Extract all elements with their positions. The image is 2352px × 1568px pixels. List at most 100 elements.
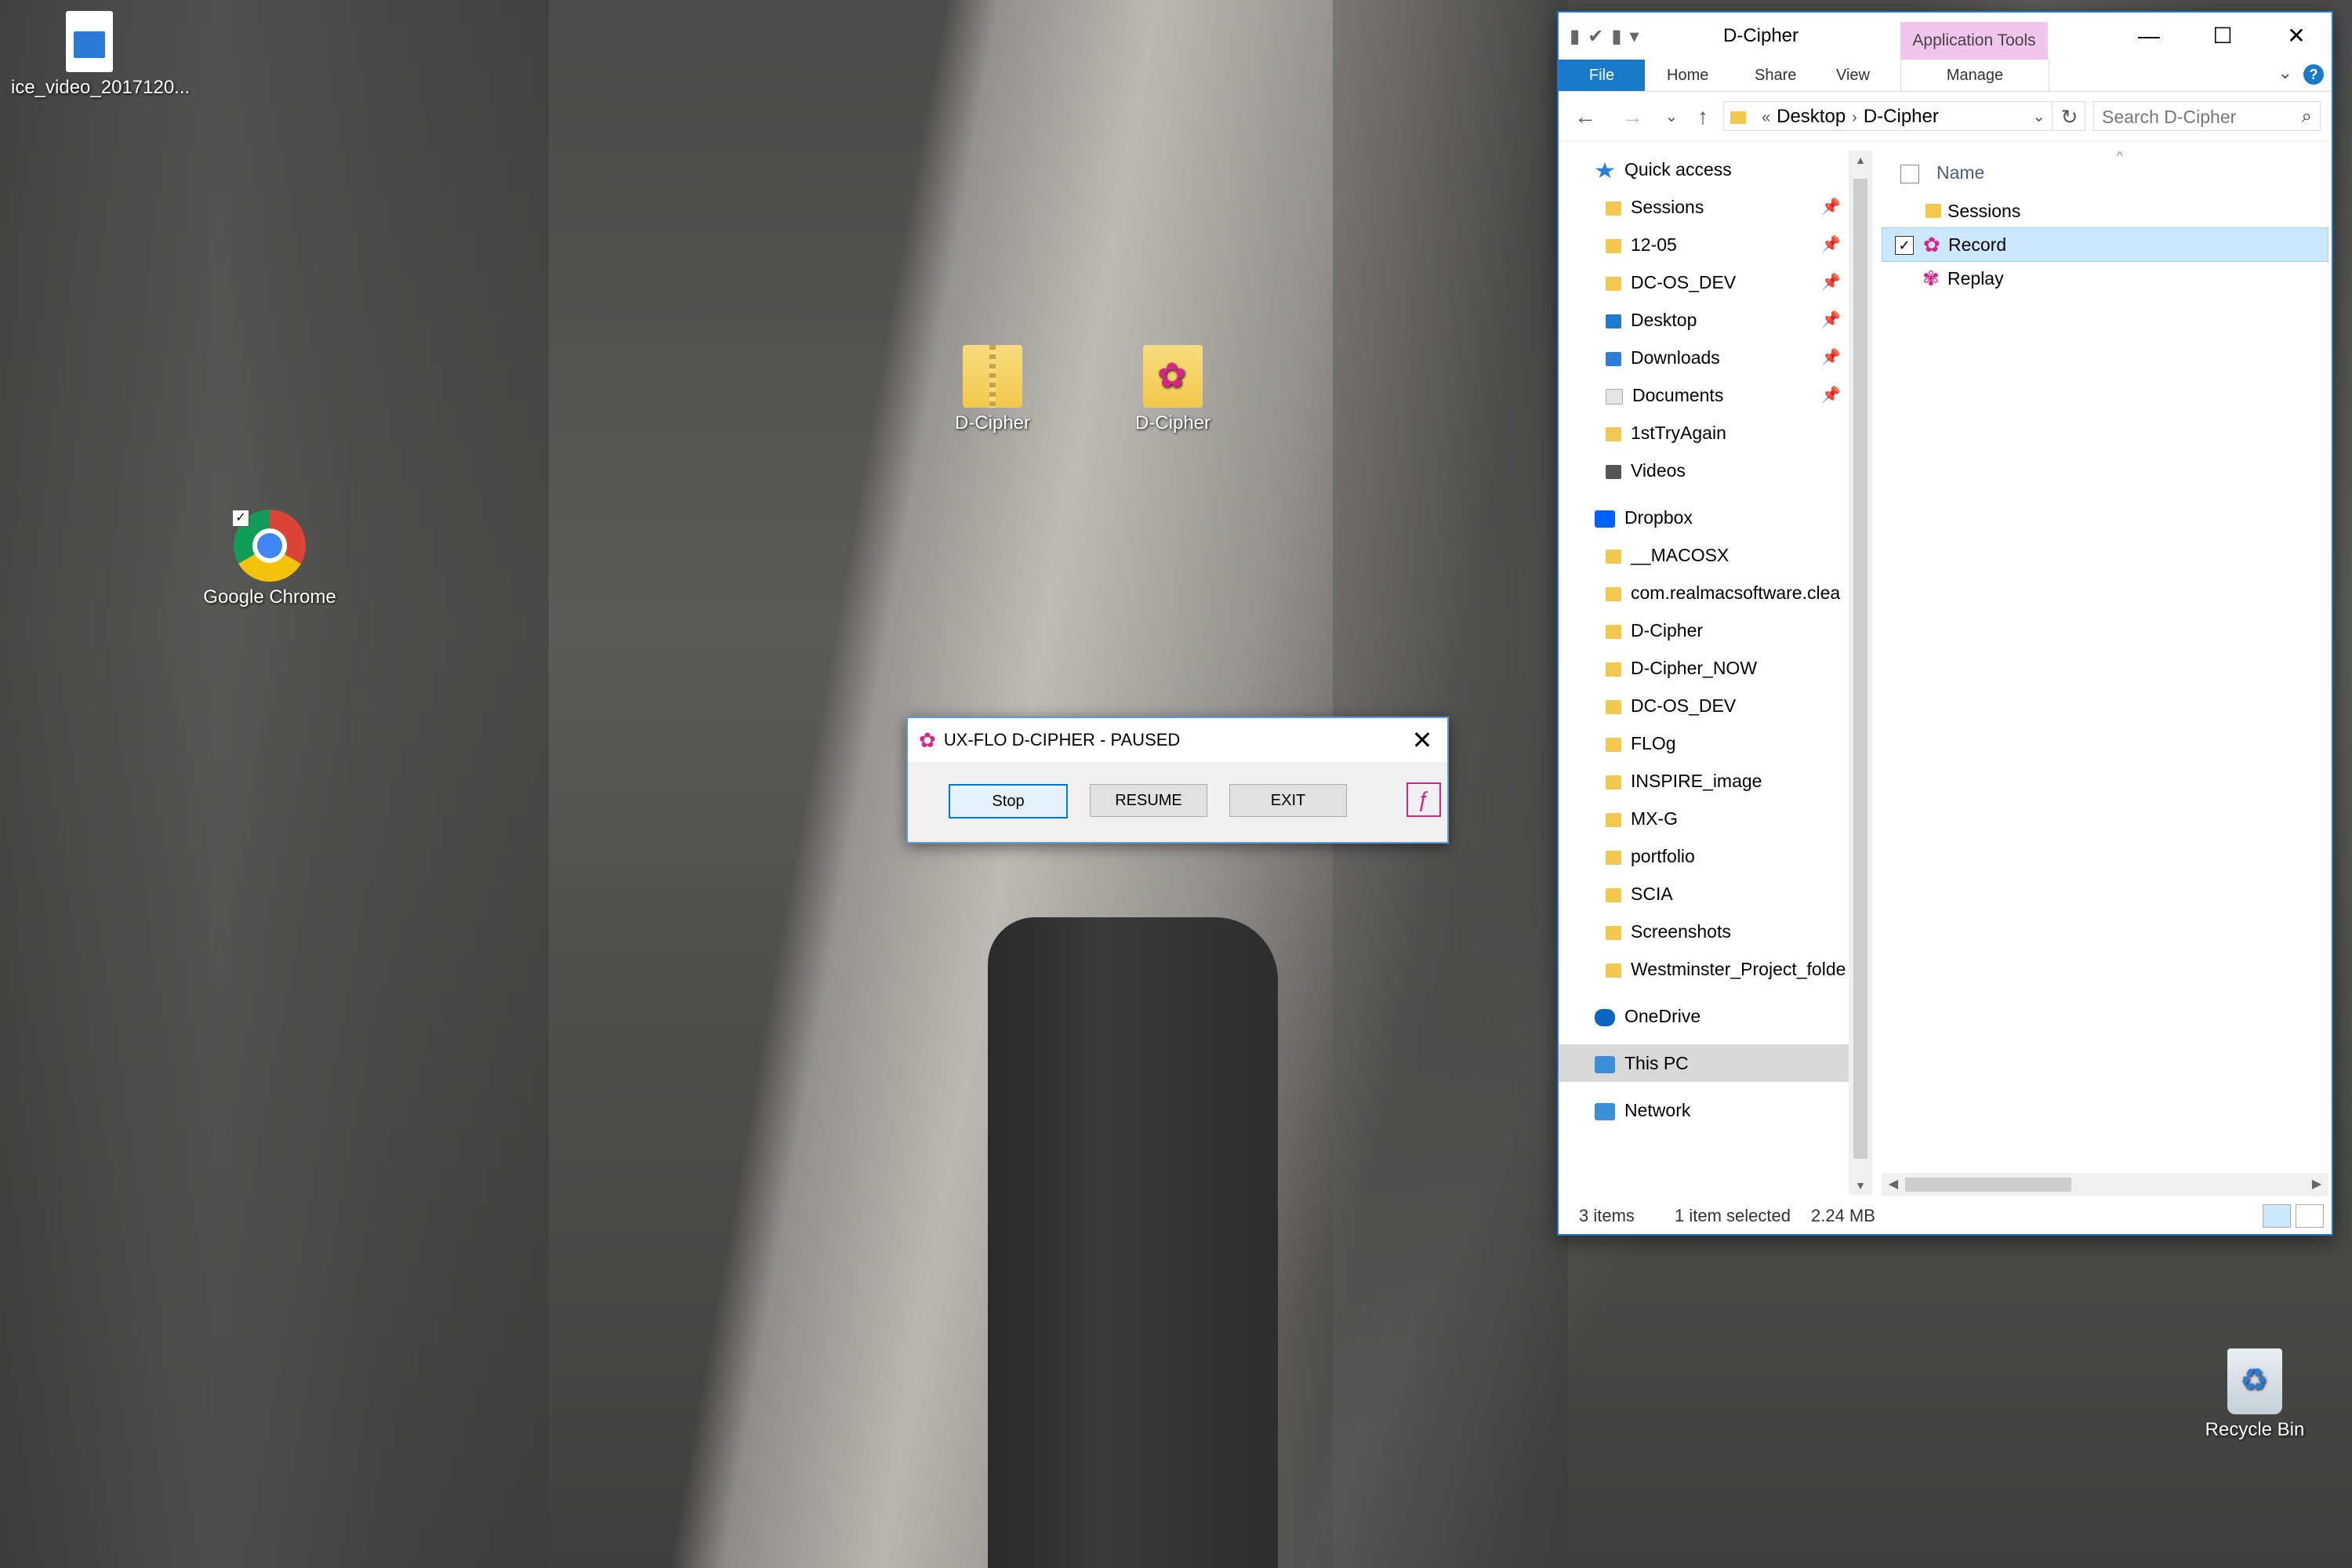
nav-onedrive[interactable]: OneDrive [1559, 997, 1849, 1035]
pin-icon[interactable]: 📌 [1821, 301, 1841, 339]
nav-item-dc-os-dev-2[interactable]: DC-OS_DEV [1559, 687, 1849, 724]
folder-icon [1606, 775, 1621, 789]
file-row-sessions[interactable]: Sessions [1882, 194, 2328, 227]
nav-item-videos[interactable]: Videos [1559, 452, 1849, 489]
nav-item-sessions[interactable]: Sessions 📌 [1559, 188, 1849, 226]
scroll-right-icon[interactable]: ▶ [2305, 1173, 2328, 1196]
nav-item-downloads[interactable]: Downloads 📌 [1559, 339, 1849, 376]
nav-label: 12-05 [1631, 234, 1677, 255]
nav-item-macosx[interactable]: __MACOSX [1559, 536, 1849, 574]
nav-network[interactable]: Network [1559, 1091, 1849, 1129]
pin-icon[interactable]: 📌 [1821, 339, 1841, 376]
nav-item-1sttryagain[interactable]: 1stTryAgain [1559, 414, 1849, 452]
forward-arrow-icon[interactable]: → [1617, 101, 1648, 132]
nav-item-dcipher[interactable]: D-Cipher [1559, 612, 1849, 649]
scrollbar-thumb[interactable] [1905, 1178, 2071, 1192]
scroll-left-icon[interactable]: ◀ [1882, 1173, 1905, 1196]
nav-label: DC-OS_DEV [1631, 695, 1737, 716]
desktop-selection-checkbox[interactable]: ✓ [232, 510, 249, 527]
pin-icon[interactable]: 📌 [1821, 188, 1841, 226]
nav-item-portfolio[interactable]: portfolio [1559, 837, 1849, 875]
nav-item-screenshots[interactable]: Screenshots [1559, 913, 1849, 950]
desktop-icon-recycle-bin[interactable]: Recycle Bin [2176, 1348, 2333, 1441]
pin-icon[interactable]: 📌 [1821, 376, 1841, 414]
breadcrumb-dcipher[interactable]: D-Cipher [1864, 106, 1939, 127]
stop-button[interactable]: Stop [949, 784, 1068, 818]
resume-button[interactable]: RESUME [1090, 784, 1207, 817]
address-dropdown-icon[interactable]: ⌄ [2032, 102, 2045, 130]
close-icon[interactable]: ✕ [1405, 723, 1439, 757]
nav-label: D-Cipher [1631, 620, 1704, 641]
desktop-icon-dcipher-zip[interactable]: D-Cipher [914, 345, 1071, 434]
nav-item-inspire[interactable]: INSPIRE_image [1559, 762, 1849, 800]
select-all-checkbox[interactable] [1900, 165, 1919, 183]
nav-item-dcipher-now[interactable]: D-Cipher_NOW [1559, 649, 1849, 687]
nav-item-desktop[interactable]: Desktop 📌 [1559, 301, 1849, 339]
horizontal-scrollbar[interactable]: ◀ ▶ [1882, 1173, 2328, 1196]
tab-manage[interactable]: Manage [1900, 60, 2049, 91]
uxflo-logo-icon[interactable]: ƒ [1406, 782, 1441, 817]
breadcrumb-desktop[interactable]: Desktop [1777, 106, 1846, 127]
search-input[interactable]: Search D-Cipher ⌕ [2093, 101, 2321, 131]
large-icons-view-icon[interactable] [2296, 1204, 2324, 1228]
quick-access-toolbar[interactable]: ▮✔▮▾ [1570, 25, 1647, 48]
nav-item-westminster[interactable]: Westminster_Project_folde [1559, 950, 1849, 988]
tab-file[interactable]: File [1559, 60, 1645, 91]
desktop-icon-chrome[interactable]: Google Chrome [191, 510, 348, 608]
nav-item-realmac[interactable]: com.realmacsoftware.clea [1559, 574, 1849, 612]
address-overflow[interactable]: « [1762, 109, 1770, 126]
help-icon[interactable]: ? [2303, 64, 2324, 85]
explorer-titlebar[interactable]: ▮✔▮▾ D-Cipher Application Tools — ☐ ✕ [1559, 13, 2332, 60]
scroll-up-icon[interactable]: ▲ [1849, 154, 1872, 166]
back-arrow-icon[interactable]: ← [1570, 101, 1601, 132]
tab-home[interactable]: Home [1667, 60, 1708, 91]
nav-label: Network [1624, 1100, 1691, 1120]
desktop-icon-dcipher-folder[interactable]: D-Cipher [1094, 345, 1251, 434]
folder-icon [1606, 812, 1621, 827]
minimize-icon[interactable]: — [2114, 20, 2184, 52]
nav-dropbox[interactable]: Dropbox [1559, 499, 1849, 536]
scrollbar-thumb[interactable] [1853, 179, 1867, 1159]
folder-icon [1730, 111, 1746, 124]
nav-label: OneDrive [1624, 1006, 1701, 1026]
close-icon[interactable]: ✕ [2261, 20, 2332, 52]
nav-label: This PC [1624, 1053, 1689, 1073]
maximize-icon[interactable]: ☐ [2187, 20, 2258, 52]
download-icon [1606, 351, 1621, 366]
nav-item-mx-g[interactable]: MX-G [1559, 800, 1849, 837]
recycle-bin-icon [2227, 1348, 2282, 1414]
nav-item-documents[interactable]: Documents 📌 [1559, 376, 1849, 414]
recent-locations-chevron-icon[interactable]: ⌄ [1656, 101, 1687, 132]
scroll-down-icon[interactable]: ▼ [1849, 1179, 1872, 1192]
nav-label: portfolio [1631, 846, 1695, 866]
details-view-icon[interactable] [2263, 1204, 2291, 1228]
up-arrow-icon[interactable]: ↑ [1687, 101, 1719, 132]
nav-this-pc[interactable]: This PC [1559, 1044, 1849, 1082]
tab-view[interactable]: View [1836, 60, 1870, 91]
nav-scrollbar[interactable]: ▲ ▼ [1849, 151, 1872, 1195]
desktop-icon-video[interactable]: ice_video_2017120... [11, 11, 190, 99]
chevron-down-icon[interactable]: ⌄ [2278, 63, 2292, 83]
nav-label: __MACOSX [1631, 545, 1730, 565]
nav-label: Westminster_Project_folde [1631, 959, 1846, 979]
nav-item-flog[interactable]: FLOg [1559, 724, 1849, 762]
pin-icon[interactable]: 📌 [1821, 226, 1841, 263]
row-checkbox[interactable]: ✓ [1895, 236, 1914, 255]
pin-icon[interactable]: 📌 [1821, 263, 1841, 301]
nav-item-dc-os-dev[interactable]: DC-OS_DEV 📌 [1559, 263, 1849, 301]
uxflo-dialog: ✿ UX-FLO D-CIPHER - PAUSED ✕ Stop RESUME… [906, 717, 1449, 844]
nav-quick-access[interactable]: Quick access [1559, 151, 1849, 188]
column-header-name[interactable]: ^ Name [1882, 150, 2328, 194]
nav-item-12-05[interactable]: 12-05 📌 [1559, 226, 1849, 263]
file-row-replay[interactable]: ✾ Replay [1882, 262, 2328, 295]
uxflo-app-icon: ✿ [919, 728, 936, 752]
tab-share[interactable]: Share [1755, 60, 1796, 91]
nav-item-scia[interactable]: SCIA [1559, 875, 1849, 913]
refresh-icon[interactable]: ↻ [2054, 101, 2085, 131]
file-row-record[interactable]: ✓ ✿ Record [1882, 227, 2328, 262]
exit-button[interactable]: EXIT [1229, 784, 1347, 817]
dialog-titlebar[interactable]: ✿ UX-FLO D-CIPHER - PAUSED [908, 718, 1447, 762]
dropbox-icon [1595, 510, 1615, 528]
address-box[interactable]: « Desktop › D-Cipher ⌄ [1723, 101, 2053, 131]
breadcrumb-separator-icon[interactable]: › [1852, 109, 1857, 126]
